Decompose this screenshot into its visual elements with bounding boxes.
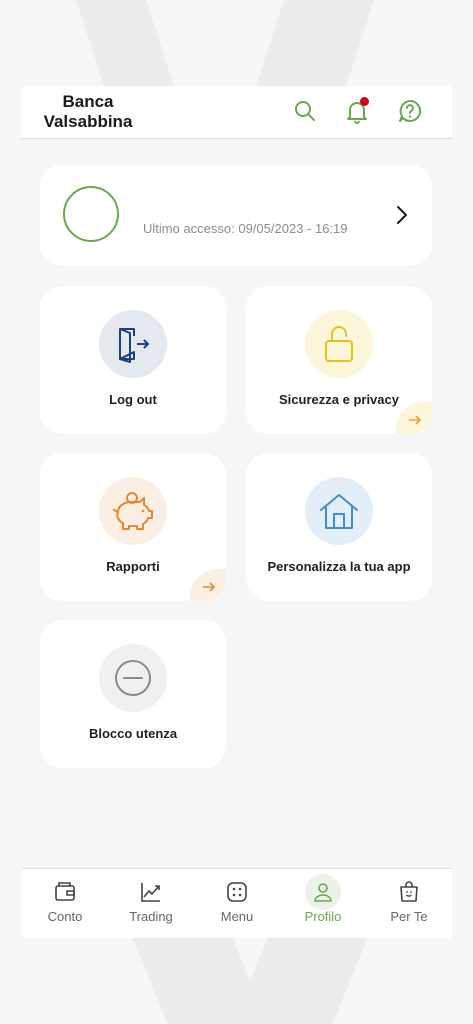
nav-label: Per Te <box>390 909 428 924</box>
tile-label: Sicurezza e privacy <box>279 392 399 407</box>
nav-item-menu[interactable]: Menu <box>194 869 280 938</box>
home-icon <box>305 477 373 545</box>
bell-icon[interactable] <box>344 97 370 124</box>
nav-label: Menu <box>220 909 254 924</box>
last-access-text: Ultimo accesso: 09/05/2023 - 16:19 <box>143 221 348 236</box>
block-icon <box>99 644 167 712</box>
chart-icon <box>133 874 169 910</box>
brand-logo[interactable]: Banca Valsabbina <box>40 92 136 132</box>
search-icon[interactable] <box>292 98 318 124</box>
piggy-bank-icon <box>99 477 167 545</box>
gift-bag-icon <box>391 874 427 910</box>
nav-item-per-te[interactable]: Per Te <box>366 869 452 938</box>
background-shape <box>256 0 374 86</box>
logout-tile[interactable]: Log out <box>40 286 226 434</box>
background-shape <box>232 938 368 1024</box>
nav-label: Profilo <box>304 909 342 924</box>
customize-app-tile[interactable]: Personalizza la tua app <box>246 453 432 601</box>
notification-badge <box>360 97 369 106</box>
nav-item-trading[interactable]: Trading <box>108 869 194 938</box>
logout-icon <box>99 310 167 378</box>
tile-label: Rapporti <box>106 559 160 574</box>
app-screen: Banca Valsabbina Ultimo accesso: 09/05/2… <box>22 86 452 938</box>
lock-icon <box>305 310 373 378</box>
tile-label: Personalizza la tua app <box>267 559 411 574</box>
chevron-right-icon <box>394 204 410 226</box>
reports-tile[interactable]: Rapporti <box>40 453 226 601</box>
nav-label: Conto <box>47 909 83 924</box>
user-icon <box>305 874 341 910</box>
security-privacy-tile[interactable]: Sicurezza e privacy <box>246 286 432 434</box>
tile-label: Log out <box>109 392 157 407</box>
help-icon[interactable] <box>397 98 423 124</box>
background-shape <box>76 0 174 86</box>
last-access-card[interactable]: Ultimo accesso: 09/05/2023 - 16:19 <box>40 165 432 266</box>
tile-label: Blocco utenza <box>88 726 178 741</box>
block-user-tile[interactable]: Blocco utenza <box>40 620 226 768</box>
app-header: Banca Valsabbina <box>22 86 452 139</box>
brand-line-2: Valsabbina <box>43 112 133 131</box>
wallet-icon <box>47 874 83 910</box>
avatar <box>63 186 119 242</box>
menu-dice-icon <box>219 874 255 910</box>
bottom-navigation: Conto Trading Menu Profilo Per Te <box>22 868 452 938</box>
nav-item-conto[interactable]: Conto <box>22 869 108 938</box>
nav-item-profilo[interactable]: Profilo <box>280 869 366 938</box>
nav-label: Trading <box>129 909 173 924</box>
brand-line-1: Banca <box>62 92 114 111</box>
